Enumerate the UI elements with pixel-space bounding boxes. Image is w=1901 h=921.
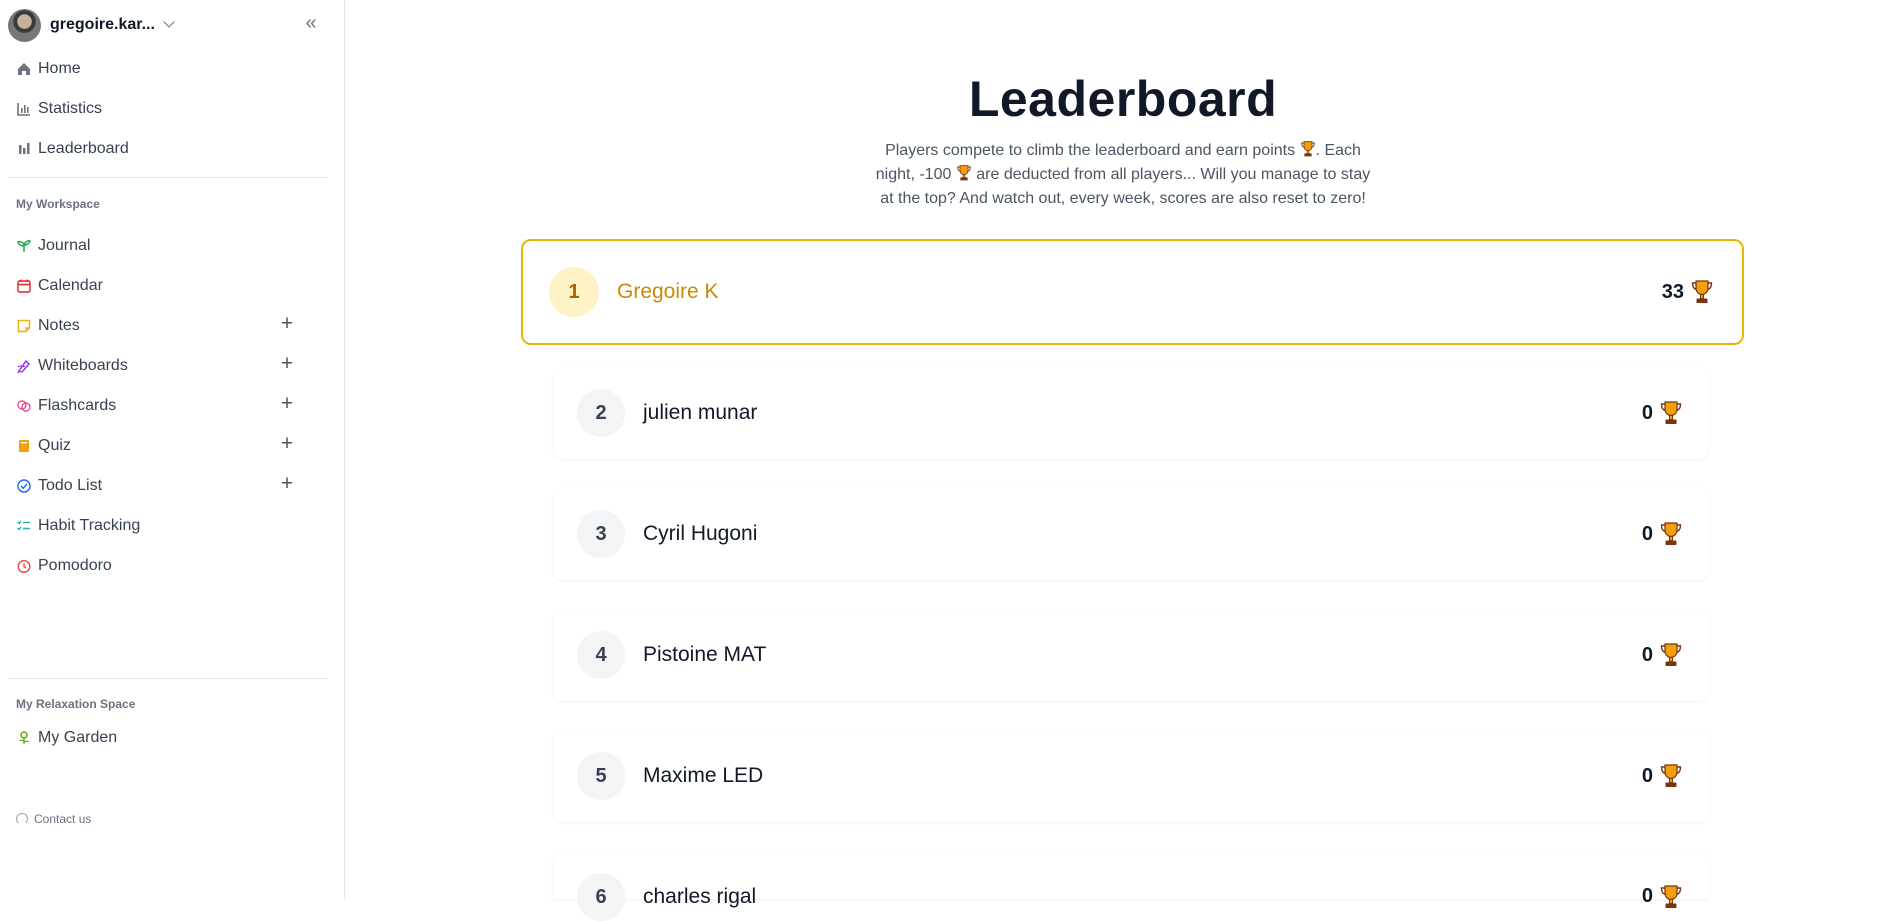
sidebar: gregoire.kar... « Home Statistics Leader… [0,0,345,899]
sidebar-item-statistics[interactable]: Statistics [16,95,296,123]
home-icon [18,63,30,75]
sidebar-item-label: Calendar [38,277,103,294]
leaderboard-row[interactable]: 3 Cyril Hugoni 0 [553,488,1709,580]
rank-badge: 3 [577,510,625,558]
sidebar-item-label: Home [38,60,81,77]
sidebar-item-label: Quiz [38,437,71,454]
leaderboard-row[interactable]: 4 Pistoine MAT 0 [553,609,1709,701]
chevron-down-icon [163,16,175,28]
check-circle-icon [17,479,31,493]
leaderboard-row[interactable]: 5 Maxime LED 0 [553,730,1709,822]
sidebar-item-label: Journal [38,237,91,254]
sidebar-item-whiteboards[interactable]: Whiteboards + [16,352,296,380]
sidebar-item-habit-tracking[interactable]: Habit Tracking [16,512,296,540]
add-whiteboard-button[interactable]: + [276,353,298,376]
rank-badge: 4 [577,631,625,679]
bar-chart-icon [19,143,30,154]
page-title: Leaderboard [968,71,1278,127]
sprout-icon [17,240,31,252]
sidebar-item-label: Flashcards [38,397,117,414]
sidebar-item-label: Pomodoro [38,557,112,574]
trophy-icon [1691,280,1713,303]
sidebar-item-journal[interactable]: Journal [16,232,296,260]
pen-tool-icon [17,359,30,374]
page-description: Players compete to climb the leaderboard… [873,139,1373,211]
rank-badge: 5 [577,752,625,800]
leaderboard-row[interactable]: 6 charles rigal 0 [553,851,1709,921]
calendar-icon [17,279,31,293]
player-score: 33 [1661,280,1684,303]
add-flashcard-button[interactable]: + [276,393,298,416]
sidebar-item-label: Whiteboards [38,357,128,374]
rank-badge: 2 [577,389,625,437]
player-score: 0 [1641,885,1653,907]
flower-icon [19,731,29,744]
trophy-icon [1660,401,1682,424]
list-checks-icon [17,520,30,531]
sidebar-item-pomodoro[interactable]: Pomodoro [16,552,296,580]
player-name: Maxime LED [643,764,764,787]
divider [8,177,328,178]
headset-icon [16,813,28,825]
user-menu[interactable]: gregoire.kar... [8,8,175,42]
trophy-icon [1660,643,1682,666]
sidebar-item-my-garden[interactable]: My Garden [16,724,296,752]
leaderboard-row[interactable]: 1 Gregoire K 33 [521,239,1744,345]
trophy-icon [1660,522,1682,545]
trophy-icon [1300,141,1315,157]
sidebar-item-todo-list[interactable]: Todo List + [16,472,296,500]
username: gregoire.kar... [50,16,155,33]
main-content: Leaderboard Players compete to climb the… [345,0,1901,921]
collapse-sidebar-icon[interactable]: « [301,13,321,34]
trophy-icon [957,165,971,181]
sidebar-item-notes[interactable]: Notes + [16,312,296,340]
add-quiz-button[interactable]: + [276,433,298,456]
contact-us-link[interactable]: Contact us [16,812,91,826]
sidebar-item-home[interactable]: Home [16,55,296,83]
brain-icon [17,400,31,412]
sidebar-item-label: Statistics [38,100,103,117]
sidebar-item-label: Todo List [38,477,103,494]
player-name: Gregoire K [617,280,719,303]
section-title: My Relaxation Space [16,697,136,711]
divider [8,678,328,679]
sidebar-item-flashcards[interactable]: Flashcards + [16,392,296,420]
description-text: Players compete to climb the leaderboard… [885,142,1300,159]
book-icon [19,440,29,452]
leaderboard-row[interactable]: 2 julien munar 0 [553,367,1709,459]
trophy-icon [1660,764,1682,787]
sidebar-item-label: My Garden [38,729,118,746]
player-name: julien munar [643,401,758,424]
sidebar-item-label: Notes [38,317,80,334]
add-todo-button[interactable]: + [276,473,298,496]
player-name: charles rigal [643,885,757,908]
rank-badge: 6 [577,873,625,921]
sidebar-item-quiz[interactable]: Quiz + [16,432,296,460]
timer-icon [17,559,31,574]
add-note-button[interactable]: + [276,313,298,336]
chart-icon [17,103,30,116]
rank-badge: 1 [549,267,599,317]
sidebar-item-label: Habit Tracking [38,517,141,534]
avatar [8,8,41,42]
trophy-icon [1660,885,1682,908]
player-score: 0 [1641,643,1653,666]
sidebar-item-leaderboard[interactable]: Leaderboard [16,135,296,163]
player-score: 0 [1641,522,1653,545]
sticky-note-icon [17,319,31,333]
contact-label: Contact us [34,812,92,826]
player-name: Cyril Hugoni [643,522,758,545]
sidebar-item-label: Leaderboard [38,140,129,157]
player-score: 0 [1641,764,1653,787]
player-name: Pistoine MAT [643,643,767,666]
sidebar-item-calendar[interactable]: Calendar [16,272,296,300]
section-title: My Workspace [16,197,100,211]
player-score: 0 [1641,401,1653,424]
